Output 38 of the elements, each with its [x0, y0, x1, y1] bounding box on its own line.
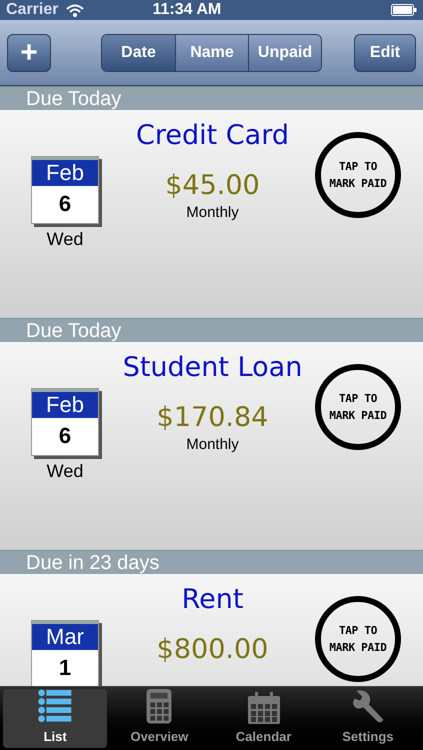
bill-card[interactable]: Feb 6 Wed Student Loan $170.84 Monthly TAP TO MARK PAID	[0, 342, 423, 550]
mark-paid-stamp[interactable]: TAP TO MARK PAID	[315, 132, 401, 218]
add-button[interactable]: +	[7, 34, 51, 72]
carrier-label: Carrier	[6, 0, 58, 20]
calculator-icon	[146, 689, 172, 724]
mark-paid-stamp[interactable]: TAP TO MARK PAID	[315, 364, 401, 450]
edit-button[interactable]: Edit	[354, 34, 416, 72]
bill-amount: $170.84	[156, 402, 268, 434]
day-label: 1	[58, 654, 72, 682]
month-label: Feb	[32, 157, 98, 186]
month-label: Mar	[32, 621, 98, 650]
frequency-label: Monthly	[186, 203, 239, 223]
month-label: Feb	[32, 389, 98, 418]
bill-amount: $800.00	[156, 634, 268, 666]
bill-name: Credit Card	[136, 120, 289, 152]
bill-name: Student Loan	[122, 352, 302, 384]
tab-bar-item[interactable]: List	[3, 689, 108, 748]
calendar-icon	[248, 692, 280, 724]
frequency-label: Monthly	[186, 435, 239, 455]
weekday-label: Wed	[46, 460, 84, 483]
tab-bar-item[interactable]: Calendar	[212, 689, 316, 748]
bill-card[interactable]: Mar 1 Rent $800.00 TAP TO MARK PAID	[0, 574, 423, 686]
bill-name: Rent	[182, 584, 244, 616]
bill-amount: $45.00	[165, 170, 260, 202]
status-time: 11:34 AM	[152, 0, 222, 20]
weekday-label: Wed	[46, 228, 84, 251]
list-icon	[37, 689, 74, 724]
day-label: 6	[58, 190, 72, 218]
wifi-icon	[66, 4, 84, 16]
bill-card[interactable]: Feb 6 Wed Credit Card $45.00 Monthly TAP TO MARK PAID	[0, 110, 423, 318]
tab-bar-item[interactable]: Settings	[316, 689, 420, 748]
tab-bar-item[interactable]: Overview	[107, 689, 212, 748]
section-header: Due in 23 days	[0, 550, 423, 574]
sort-tab[interactable]: Date	[102, 34, 175, 70]
section-header: Due Today	[0, 86, 423, 110]
day-label: 6	[58, 422, 72, 450]
section-header: Due Today	[0, 318, 423, 342]
battery-icon	[391, 4, 417, 16]
